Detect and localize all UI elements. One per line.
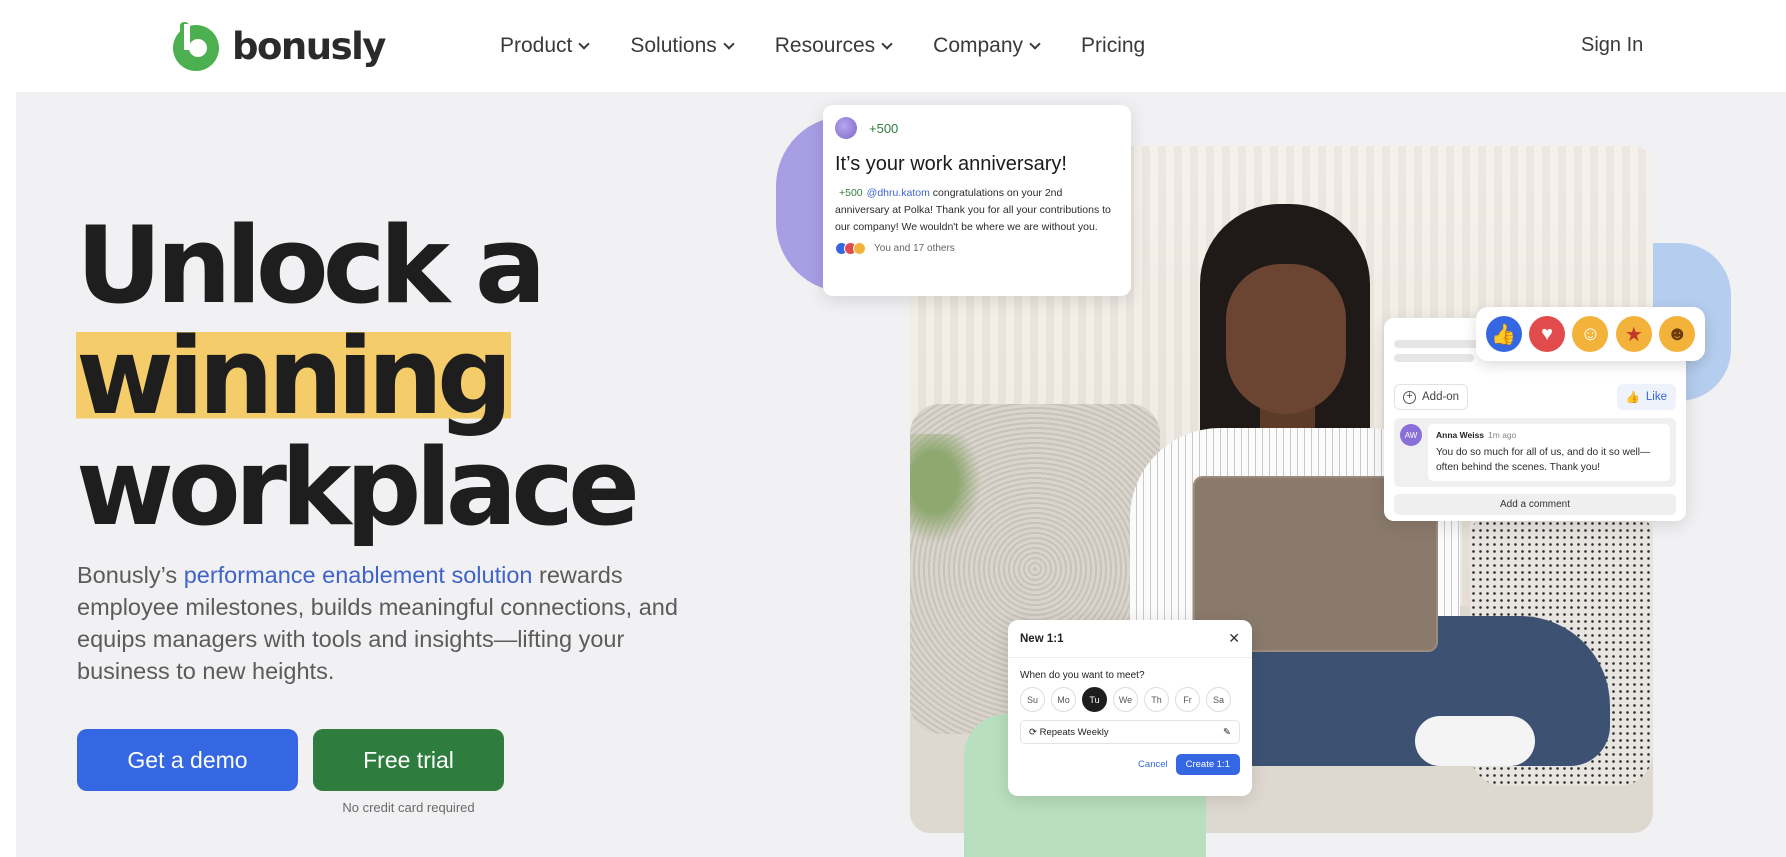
nav-label: Company xyxy=(933,34,1024,57)
emoji-reaction-bar: 👍 ♥ ☺ ★ ☻ xyxy=(1476,307,1705,361)
performance-enablement-link[interactable]: performance enablement solution xyxy=(184,562,533,588)
hero-description: Bonusly’s performance enablement solutio… xyxy=(77,559,697,687)
comment-time: 1m ago xyxy=(1488,430,1517,440)
comment-author: Anna Weiss xyxy=(1436,430,1485,440)
chevron-down-icon xyxy=(881,38,893,50)
create-meeting-button[interactable]: Create 1:1 xyxy=(1175,754,1240,775)
repeat-row: ⟳ Repeats Weekly xyxy=(1029,727,1109,738)
like-button[interactable]: 👍 Like xyxy=(1616,384,1676,410)
sign-in-link[interactable]: Sign In xyxy=(1581,34,1643,57)
headline-highlight: winning xyxy=(76,315,513,438)
photo-person-face xyxy=(1226,264,1346,414)
plus-circle-icon: + xyxy=(1403,390,1416,404)
message-points: +500 xyxy=(839,187,863,199)
add-comment-button[interactable]: Add a comment xyxy=(1394,494,1676,515)
nav-label: Pricing xyxy=(1081,34,1146,57)
nav-item-pricing[interactable]: Pricing xyxy=(1081,34,1145,58)
grinning-face-icon[interactable]: ☻ xyxy=(1659,316,1696,352)
day-option[interactable]: Mo xyxy=(1051,687,1076,712)
nav-item-product[interactable]: Product xyxy=(500,34,591,58)
anniversary-title: It’s your work anniversary! xyxy=(835,153,1067,175)
close-icon[interactable]: ✕ xyxy=(1228,630,1240,647)
day-option[interactable]: Su xyxy=(1020,687,1045,712)
day-option[interactable]: Sa xyxy=(1206,687,1231,712)
avatar: AW xyxy=(1400,424,1422,446)
no-credit-card-note: No credit card required xyxy=(342,800,475,815)
day-option[interactable]: Th xyxy=(1144,687,1169,712)
description-text: Bonusly’s xyxy=(77,562,184,588)
add-on-button[interactable]: + Add-on xyxy=(1394,384,1469,410)
hero-headline: Unlock a winning workplace xyxy=(76,204,640,549)
nav-item-company[interactable]: Company xyxy=(933,34,1041,58)
comment-meta: Anna Weiss 1m ago xyxy=(1436,430,1662,440)
headline-line-2-wrap: winning xyxy=(76,315,634,438)
top-navigation: bonusly Product Solutions Resources Comp… xyxy=(0,0,1786,92)
day-option-selected[interactable]: Tu xyxy=(1082,687,1107,712)
comment-bubble: Anna Weiss 1m ago You do so much for all … xyxy=(1428,424,1670,481)
repeat-selector[interactable]: ⟳ Repeats Weekly ✎ xyxy=(1020,720,1240,744)
day-option[interactable]: We xyxy=(1113,687,1138,712)
photo-person-foot xyxy=(1415,716,1535,766)
party-face-icon[interactable]: ☺ xyxy=(1572,316,1609,352)
party-face-icon xyxy=(853,242,866,255)
thumbs-up-icon: 👍 xyxy=(1625,392,1640,404)
free-trial-button[interactable]: Free trial xyxy=(313,729,504,791)
dialog-header: New 1:1 ✕ xyxy=(1008,620,1252,658)
dialog-title: New 1:1 xyxy=(1020,632,1064,645)
headline-line-1: Unlock a xyxy=(76,204,546,327)
nav-label: Solutions xyxy=(630,34,717,57)
like-label: Like xyxy=(1645,391,1667,403)
meeting-question: When do you want to meet? xyxy=(1020,670,1145,681)
placeholder-line xyxy=(1394,354,1474,362)
nav-item-resources[interactable]: Resources xyxy=(774,34,893,58)
anniversary-card: +500 It’s your work anniversary! +500 @dh… xyxy=(823,105,1131,296)
anniversary-message: +500 @dhru.katom congratulations on your … xyxy=(835,185,1119,236)
get-demo-button[interactable]: Get a demo xyxy=(77,729,298,791)
comment-text: You do so much for all of us, and do it … xyxy=(1436,447,1651,473)
reaction-icons xyxy=(835,242,866,255)
chevron-down-icon xyxy=(1029,38,1041,50)
points-badge: +500 xyxy=(869,120,899,136)
anniversary-card-header: +500 xyxy=(835,117,1119,139)
nav-item-solutions[interactable]: Solutions xyxy=(630,34,735,58)
reaction-summary[interactable]: You and 17 others xyxy=(835,242,1119,255)
user-mention[interactable]: @dhru.katom xyxy=(867,187,930,199)
repeat-label: Repeats Weekly xyxy=(1039,726,1109,738)
star-struck-icon[interactable]: ★ xyxy=(1615,316,1652,352)
brand-name: bonusly xyxy=(232,24,386,68)
chevron-down-icon xyxy=(723,38,735,50)
thumbs-up-icon[interactable]: 👍 xyxy=(1485,316,1522,352)
new-meeting-dialog: New 1:1 ✕ When do you want to meet? Su M… xyxy=(1008,620,1252,796)
dialog-actions: Cancel Create 1:1 xyxy=(1008,744,1252,775)
bonusly-logo-icon xyxy=(173,22,219,71)
add-on-label: Add-on xyxy=(1422,391,1460,403)
reaction-count: You and 17 others xyxy=(874,243,955,254)
headline-line-3: workplace xyxy=(76,426,640,549)
comment-actions: + Add-on 👍 Like xyxy=(1394,384,1676,410)
comment-item: AW Anna Weiss 1m ago You do so much for a… xyxy=(1394,418,1676,487)
nav-label: Resources xyxy=(774,34,876,57)
main-menu: Product Solutions Resources Company Pric… xyxy=(500,34,1145,58)
nav-label: Product xyxy=(500,34,573,57)
chevron-down-icon xyxy=(578,38,591,50)
day-option[interactable]: Fr xyxy=(1175,687,1200,712)
day-picker: Su Mo Tu We Th Fr Sa xyxy=(1008,681,1252,712)
photo-plant xyxy=(910,434,990,554)
repeat-icon: ⟳ xyxy=(1029,726,1037,738)
confetti-icon xyxy=(835,117,857,139)
heart-icon[interactable]: ♥ xyxy=(1529,316,1566,352)
edit-icon[interactable]: ✎ xyxy=(1223,727,1231,738)
bonusly-logo[interactable]: bonusly xyxy=(168,20,386,72)
cancel-button[interactable]: Cancel xyxy=(1138,759,1168,770)
